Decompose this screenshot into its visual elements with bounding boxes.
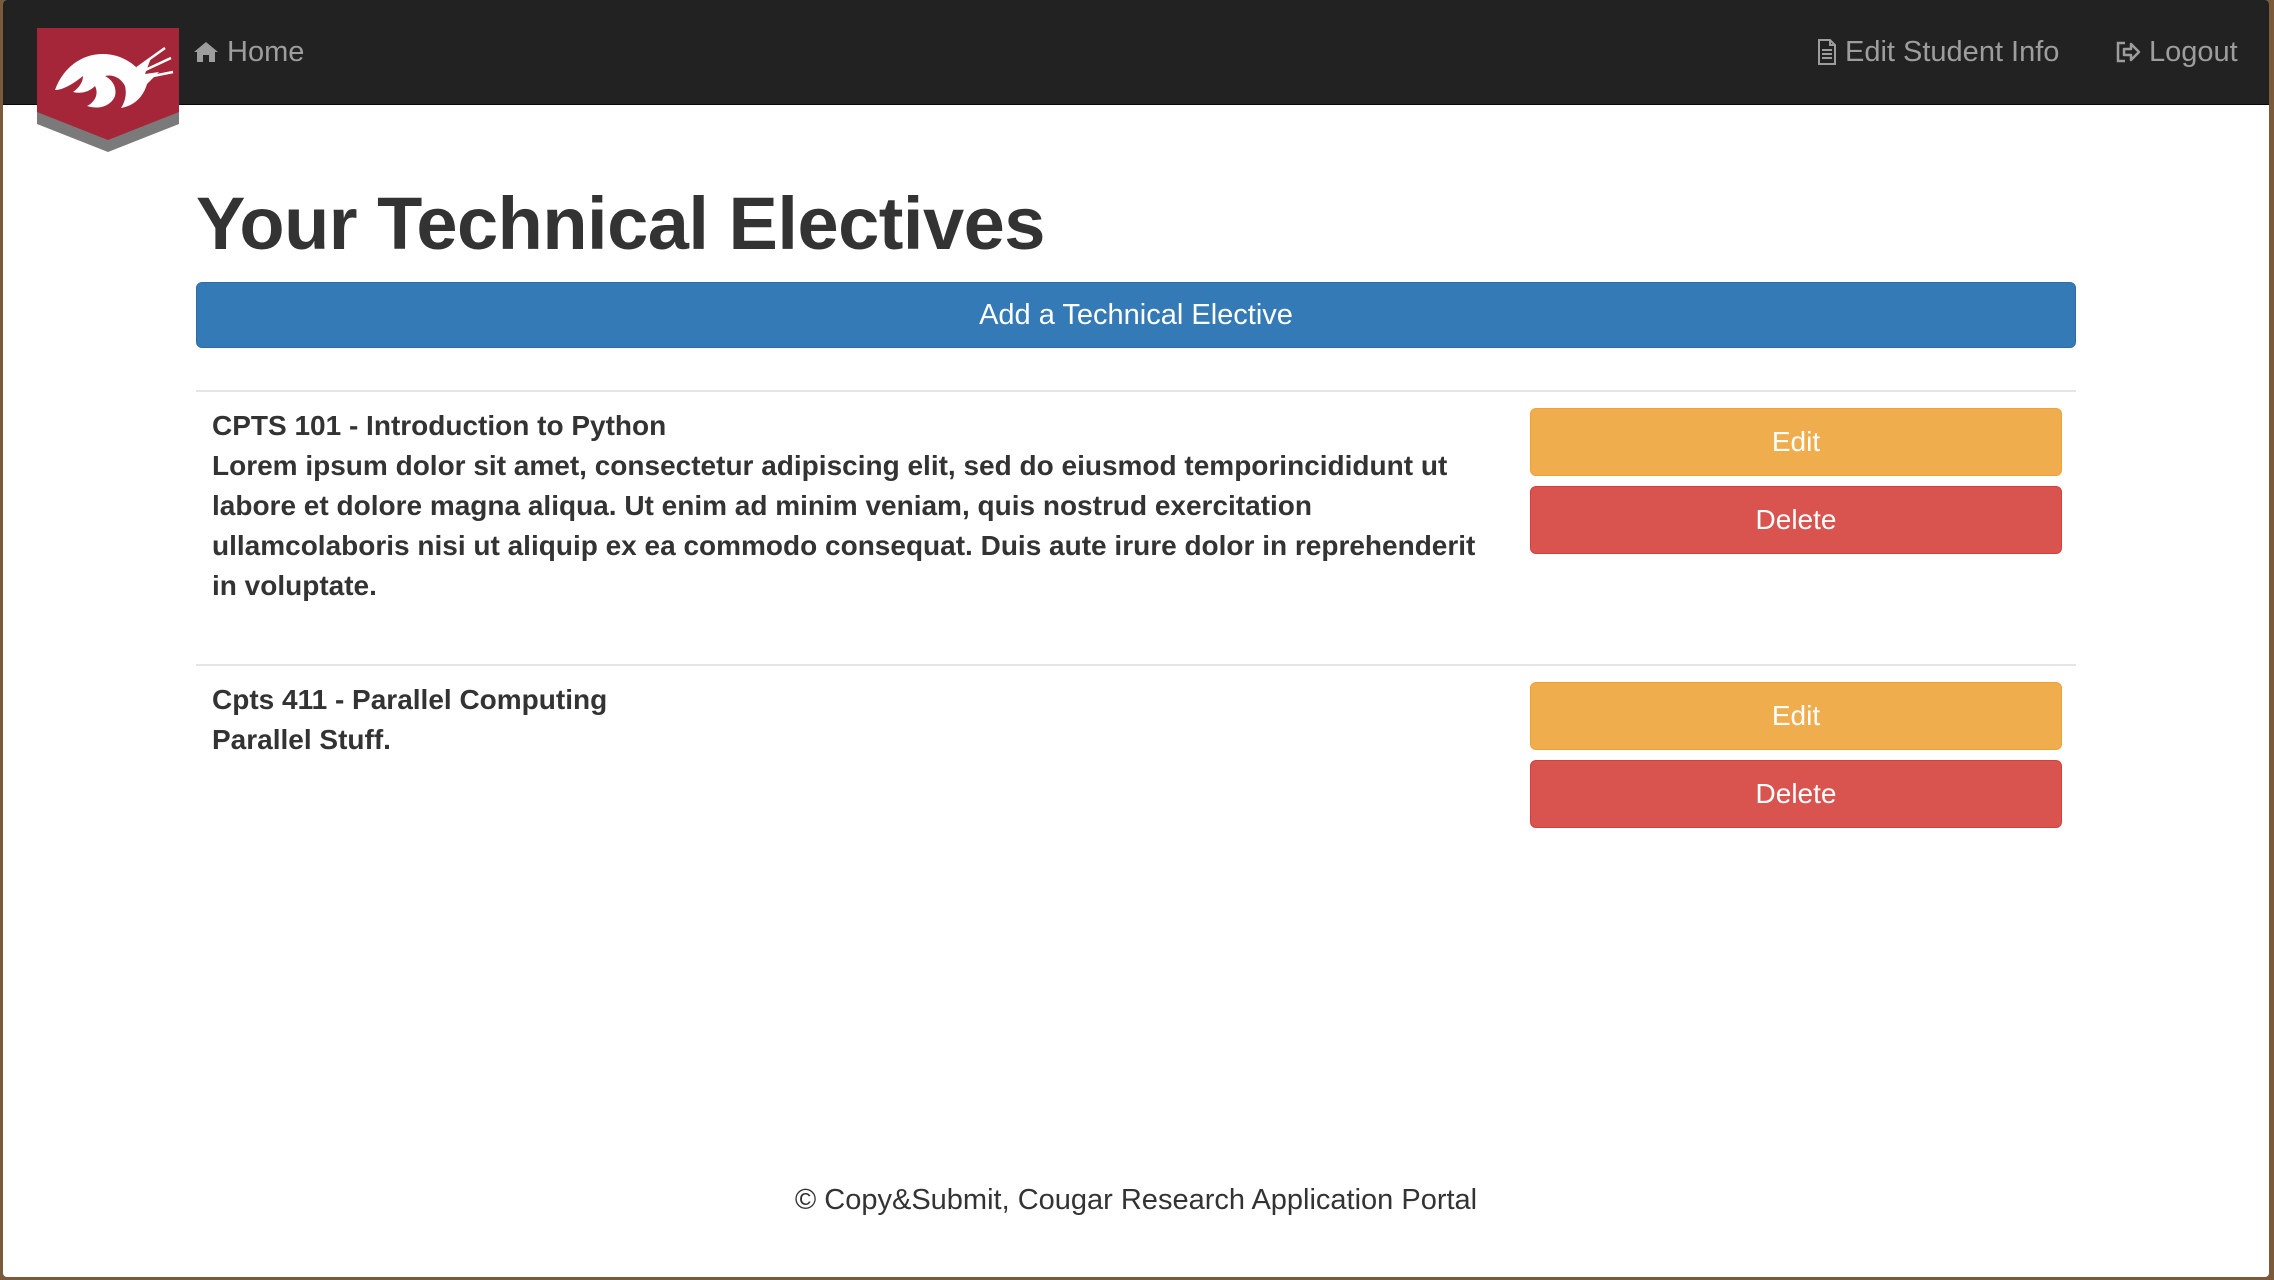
- elective-text: CPTS 101 - Introduction to Python Lorem …: [212, 406, 1502, 606]
- edit-button[interactable]: Edit: [1530, 682, 2062, 750]
- navbar: Home Edit Student Info Logout: [3, 0, 2269, 105]
- elective-item: CPTS 101 - Introduction to Python Lorem …: [196, 406, 2076, 606]
- nav-edit-student-info-link[interactable]: Edit Student Info: [1817, 30, 2059, 74]
- elective-description: Lorem ipsum dolor sit amet, consectetur …: [212, 450, 1476, 601]
- nav-home-link[interactable]: Home: [193, 30, 304, 74]
- add-technical-elective-button[interactable]: Add a Technical Elective: [196, 282, 2076, 348]
- page-title: Your Technical Electives: [196, 182, 1045, 265]
- nav-logout-label: Logout: [2149, 36, 2238, 68]
- delete-button[interactable]: Delete: [1530, 760, 2062, 828]
- nav-home-label: Home: [227, 36, 305, 68]
- elective-description: Parallel Stuff.: [212, 724, 391, 755]
- elective-title: Cpts 411 - Parallel Computing: [212, 684, 608, 715]
- nav-edit-label: Edit Student Info: [1845, 36, 2060, 68]
- footer: © Copy&Submit, Cougar Research Applicati…: [3, 1180, 2269, 1220]
- delete-button[interactable]: Delete: [1530, 486, 2062, 554]
- elective-title: CPTS 101 - Introduction to Python: [212, 410, 667, 441]
- elective-divider: [196, 664, 2076, 666]
- elective-text: Cpts 411 - Parallel Computing Parallel S…: [212, 680, 1502, 760]
- browser-window: Home Edit Student Info Logout Your Techn…: [3, 0, 2269, 1277]
- footer-text: © Copy&Submit, Cougar Research Applicati…: [794, 1184, 1478, 1216]
- wsu-cougar-logo[interactable]: [33, 28, 183, 152]
- home-icon: [194, 42, 218, 62]
- elective-item: Cpts 411 - Parallel Computing Parallel S…: [196, 680, 2076, 830]
- nav-logout-link[interactable]: Logout: [2115, 30, 2238, 74]
- logout-icon: [2116, 41, 2141, 63]
- edit-button[interactable]: Edit: [1530, 408, 2062, 476]
- document-icon: [1818, 39, 1836, 65]
- elective-divider: [196, 390, 2076, 392]
